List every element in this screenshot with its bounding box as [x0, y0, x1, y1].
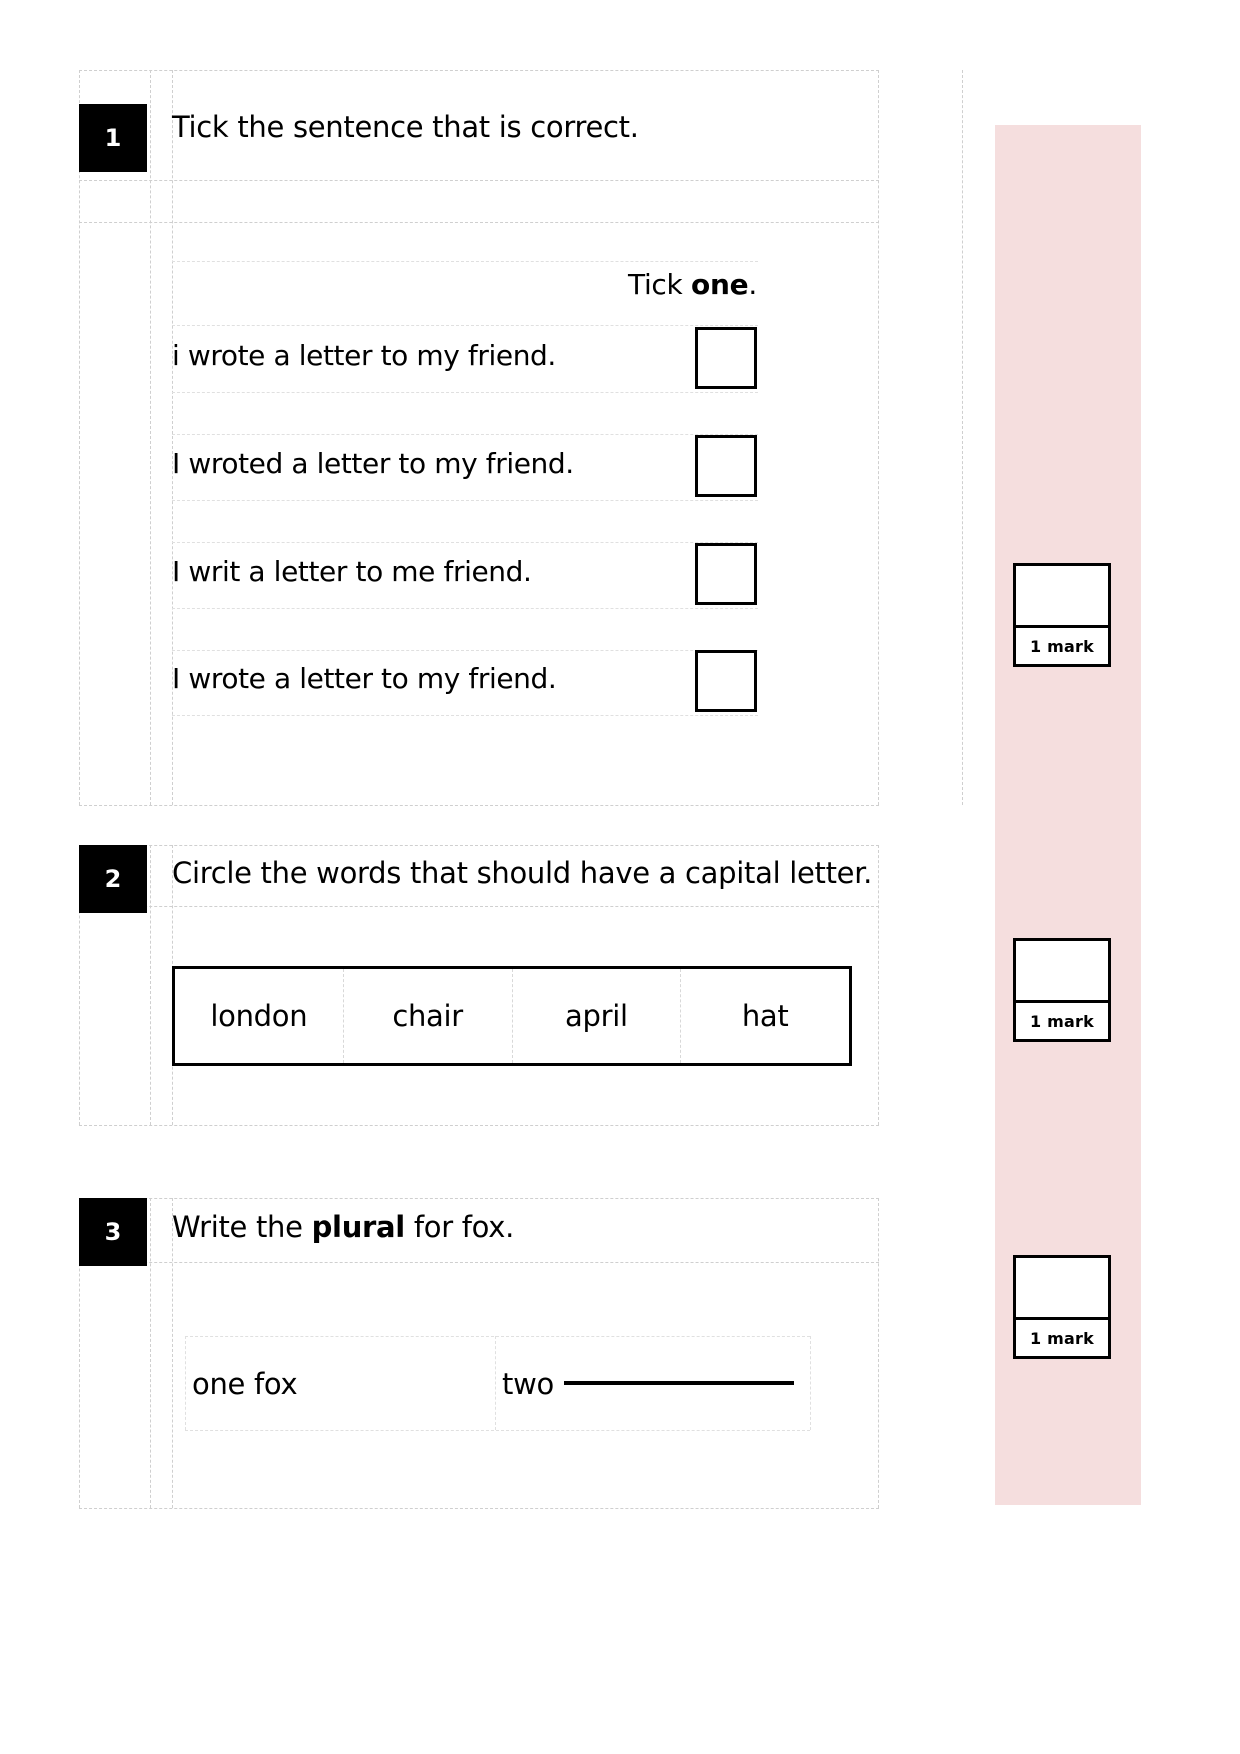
guide-line-horizontal	[79, 222, 879, 223]
guide-line-horizontal	[79, 1508, 879, 1509]
guide-line-vertical	[150, 845, 151, 1125]
plural-answer-blank-line[interactable]	[563, 1381, 794, 1385]
guide-line-horizontal	[79, 1262, 879, 1263]
guide-line-horizontal	[79, 70, 879, 71]
mark-box-label-3: 1 mark	[1016, 1320, 1108, 1356]
mark-box-answer-field-2[interactable]	[1016, 941, 1108, 1003]
guide-line-horizontal	[79, 805, 879, 806]
plural-answer-row: one fox two	[192, 1362, 812, 1406]
tick-one-instruction: Tick one.	[628, 268, 757, 301]
guide-line-vertical	[878, 1198, 879, 1508]
tick-checkbox-4[interactable]	[695, 650, 757, 712]
option-text-4: I wrote a letter to my friend.	[172, 662, 557, 695]
mark-box-3: 1 mark	[1013, 1255, 1111, 1359]
guide-line-horizontal	[172, 392, 758, 393]
guide-line-horizontal	[185, 1430, 810, 1431]
word-cell-london[interactable]: london	[175, 969, 344, 1063]
guide-line-horizontal	[172, 325, 758, 326]
tick-one-suffix: .	[748, 268, 757, 301]
guide-line-horizontal	[172, 650, 758, 651]
tick-one-prefix: Tick	[628, 268, 692, 301]
guide-line-vertical	[962, 70, 963, 805]
worksheet-page: 1 Tick the sentence that is correct. Tic…	[0, 0, 1240, 1754]
guide-line-vertical	[172, 1198, 173, 1508]
guide-line-vertical	[878, 845, 879, 1125]
guide-line-horizontal	[172, 434, 758, 435]
question-number-badge-2: 2	[79, 845, 147, 913]
plural-answer-prefix: two	[502, 1367, 554, 1401]
guide-line-horizontal	[79, 1125, 879, 1126]
mark-box-answer-field-1[interactable]	[1016, 566, 1108, 628]
option-text-1: i wrote a letter to my friend.	[172, 339, 556, 372]
guide-line-vertical	[185, 1336, 186, 1430]
guide-line-horizontal	[185, 1336, 810, 1337]
guide-line-horizontal	[79, 180, 879, 181]
mark-box-answer-field-3[interactable]	[1016, 1258, 1108, 1320]
question-prompt-1: Tick the sentence that is correct.	[172, 110, 639, 144]
word-cell-chair[interactable]: chair	[344, 969, 513, 1063]
guide-line-horizontal	[79, 906, 879, 907]
plural-answer-cell[interactable]: two	[502, 1367, 794, 1401]
question-prompt-2: Circle the words that should have a capi…	[172, 856, 873, 890]
mark-box-1: 1 mark	[1013, 563, 1111, 667]
mark-box-2: 1 mark	[1013, 938, 1111, 1042]
guide-line-horizontal	[172, 500, 758, 501]
option-text-3: I writ a letter to me friend.	[172, 555, 532, 588]
mark-box-label-2: 1 mark	[1016, 1003, 1108, 1039]
tick-checkbox-3[interactable]	[695, 543, 757, 605]
guide-line-horizontal	[79, 1198, 879, 1199]
word-bank-box: london chair april hat	[172, 966, 852, 1066]
question-number-badge-3: 3	[79, 1198, 147, 1266]
tick-one-bold: one	[691, 268, 749, 301]
guide-line-horizontal	[79, 845, 879, 846]
plural-given-word: one fox	[192, 1367, 298, 1401]
tick-checkbox-1[interactable]	[695, 327, 757, 389]
word-cell-hat[interactable]: hat	[681, 969, 849, 1063]
mark-box-label-1: 1 mark	[1016, 628, 1108, 664]
guide-line-vertical	[150, 1198, 151, 1508]
option-text-2: I wroted a letter to my friend.	[172, 447, 574, 480]
question-prompt-3-bold: plural	[311, 1210, 406, 1244]
question-prompt-3-suffix: for fox.	[404, 1210, 515, 1244]
guide-line-horizontal	[172, 715, 758, 716]
question-prompt-3-prefix: Write the	[172, 1210, 312, 1244]
tick-checkbox-2[interactable]	[695, 435, 757, 497]
guide-line-horizontal	[172, 261, 758, 262]
word-cell-april[interactable]: april	[513, 969, 682, 1063]
question-number-badge-1: 1	[79, 104, 147, 172]
guide-line-horizontal	[172, 608, 758, 609]
guide-line-horizontal	[172, 542, 758, 543]
question-prompt-3: Write the plural for fox.	[172, 1210, 514, 1244]
